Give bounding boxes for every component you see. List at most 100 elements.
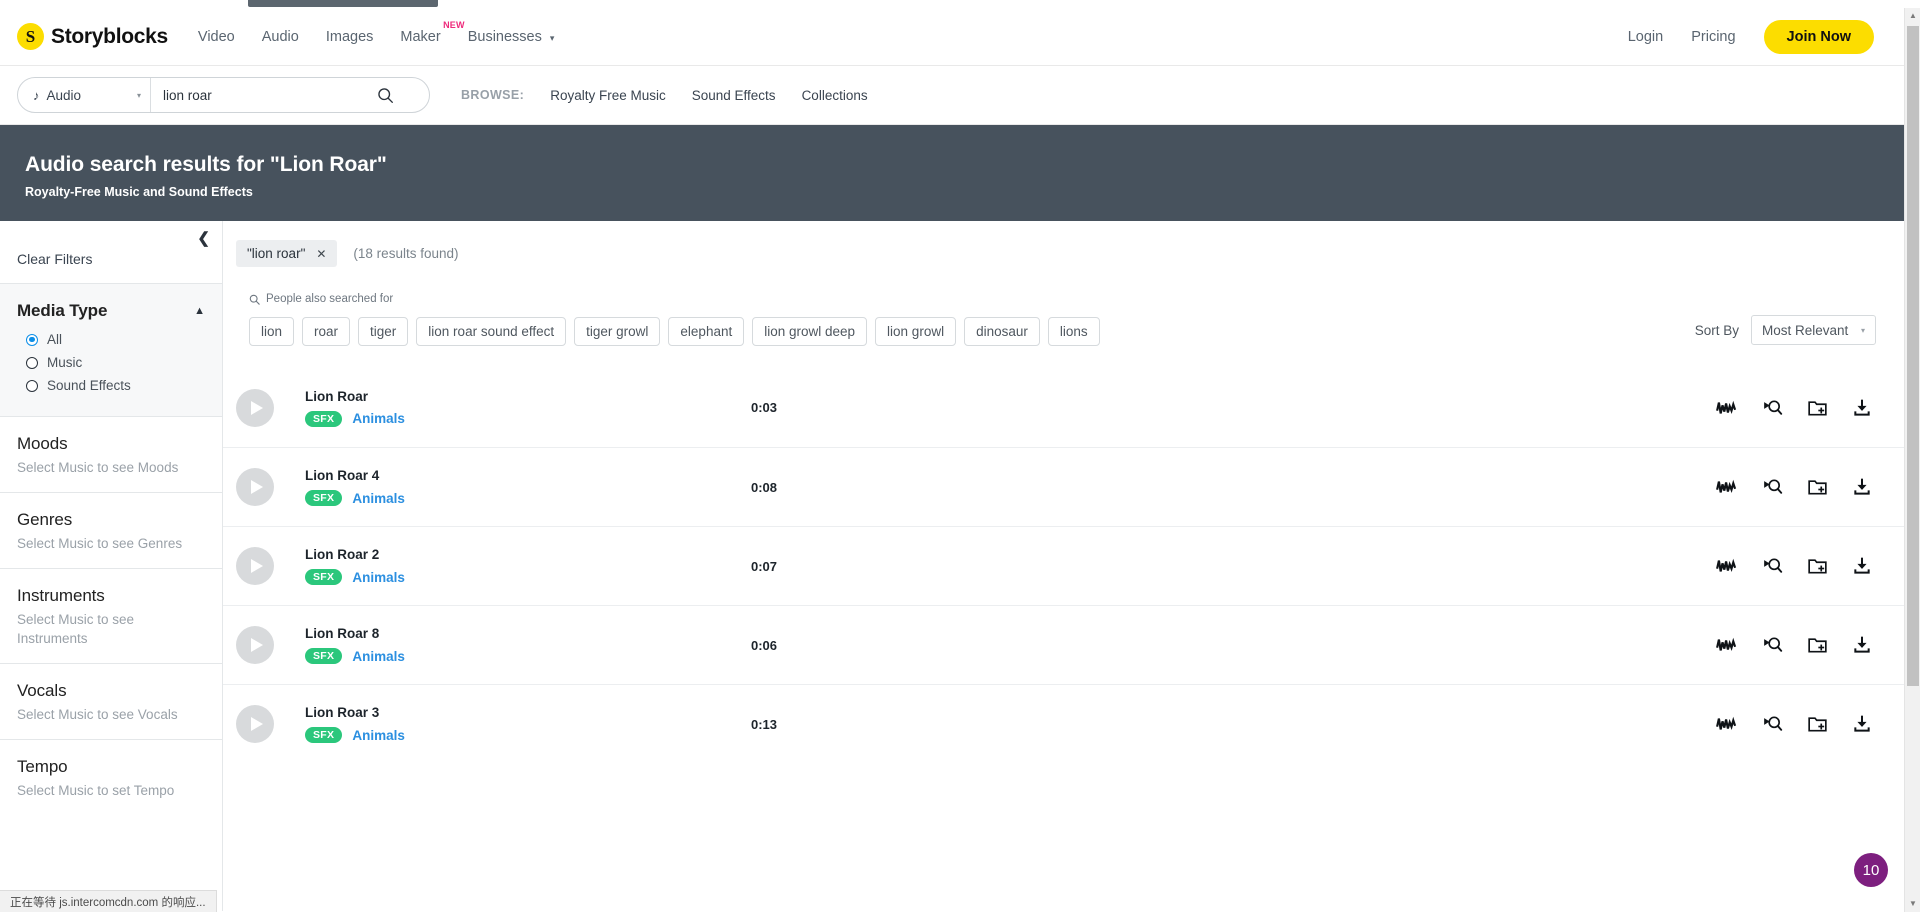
close-icon[interactable]: ✕ bbox=[316, 248, 326, 260]
page-scrollbar[interactable]: ▲ ▼ bbox=[1904, 8, 1920, 912]
table-row[interactable]: Lion Roar 8 SFX Animals 0:06 bbox=[223, 605, 1904, 684]
result-tags: SFX Animals bbox=[305, 410, 725, 427]
add-to-collection-icon bbox=[1808, 400, 1827, 415]
browser-status-bar: 正在等待 js.intercomcdn.com 的响应... bbox=[0, 890, 217, 912]
intercom-unread-badge[interactable]: 10 bbox=[1854, 853, 1888, 887]
scrollbar-thumb[interactable] bbox=[1907, 26, 1919, 686]
filter-section-vocals-title: Vocals bbox=[17, 680, 67, 700]
category-link[interactable]: Animals bbox=[352, 570, 405, 585]
login-link[interactable]: Login bbox=[1628, 29, 1663, 45]
play-button[interactable] bbox=[236, 388, 274, 427]
category-link[interactable]: Animals bbox=[352, 411, 405, 426]
media-type-select[interactable]: ♪ Audio ▾ bbox=[18, 78, 151, 112]
status-badge: SFX bbox=[305, 727, 343, 743]
suggestion-chip-elephant[interactable]: elephant bbox=[668, 317, 745, 346]
find-similar-button[interactable] bbox=[1762, 556, 1783, 576]
nav-item-images[interactable]: Images bbox=[326, 29, 374, 45]
suggestion-chip-tiger[interactable]: tiger bbox=[358, 317, 409, 346]
waveform-button[interactable] bbox=[1716, 478, 1738, 496]
download-button[interactable] bbox=[1852, 714, 1872, 734]
suggestion-chip-lions[interactable]: lions bbox=[1047, 317, 1100, 346]
play-button[interactable] bbox=[236, 705, 274, 743]
add-to-collection-button[interactable] bbox=[1807, 477, 1828, 497]
find-similar-button[interactable] bbox=[1762, 477, 1783, 497]
suggestion-chip-dinosaur[interactable]: dinosaur bbox=[964, 317, 1040, 346]
download-button[interactable] bbox=[1852, 398, 1872, 418]
suggestion-chip-lion-roar-sound-effect[interactable]: lion roar sound effect bbox=[416, 317, 567, 346]
radio-media-type-music-label: Music bbox=[47, 355, 83, 370]
search-submit-button[interactable] bbox=[366, 78, 404, 112]
search-input[interactable] bbox=[151, 87, 366, 103]
radio-media-type-sound-effects-label: Sound Effects bbox=[47, 378, 131, 393]
play-button[interactable] bbox=[236, 626, 274, 664]
waveform-button[interactable] bbox=[1716, 399, 1738, 417]
suggestion-chip-lion[interactable]: lion bbox=[249, 317, 295, 346]
result-duration: 0:07 bbox=[751, 558, 778, 574]
sort-by-select[interactable]: Most Relevant ▾ bbox=[1751, 315, 1876, 345]
nav-item-audio-label: Audio bbox=[261, 28, 299, 45]
collapse-sidebar-button[interactable]: ❮ bbox=[197, 231, 210, 246]
waveform-button[interactable] bbox=[1716, 557, 1738, 575]
header-right: Login Pricing Join Now bbox=[1628, 19, 1874, 54]
suggestion-chip-lion-growl[interactable]: lion growl bbox=[875, 317, 957, 346]
waveform-button[interactable] bbox=[1716, 715, 1738, 733]
suggestion-chip-tiger-growl[interactable]: tiger growl bbox=[574, 317, 661, 346]
download-icon bbox=[1854, 636, 1870, 653]
suggestion-chip-roar[interactable]: roar bbox=[302, 317, 351, 346]
scroll-up-arrow-icon[interactable]: ▲ bbox=[1905, 8, 1920, 24]
play-icon bbox=[250, 559, 263, 573]
filter-section-media-type-header[interactable]: Media Type ▲ bbox=[17, 301, 205, 321]
pricing-link[interactable]: Pricing bbox=[1691, 29, 1735, 45]
applied-filter-chip[interactable]: "lion roar" ✕ bbox=[236, 240, 338, 267]
browse-link-sound-effects[interactable]: Sound Effects bbox=[692, 88, 776, 103]
browse-link-collections[interactable]: Collections bbox=[802, 88, 868, 103]
nav-item-businesses[interactable]: Businesses ▾ bbox=[468, 29, 555, 45]
radio-media-type-sound-effects[interactable]: Sound Effects bbox=[17, 378, 205, 393]
join-now-button[interactable]: Join Now bbox=[1763, 19, 1874, 54]
table-row[interactable]: Lion Roar 3 SFX Animals 0:13 bbox=[223, 684, 1904, 763]
find-similar-button[interactable] bbox=[1762, 635, 1783, 655]
filter-section-tempo[interactable]: Tempo Select Music to set Tempo bbox=[0, 739, 222, 815]
download-button[interactable] bbox=[1852, 477, 1872, 497]
find-similar-button[interactable] bbox=[1762, 398, 1783, 418]
add-to-collection-button[interactable] bbox=[1807, 398, 1828, 418]
category-link[interactable]: Animals bbox=[352, 491, 405, 506]
storyblocks-logo-icon: S bbox=[17, 23, 44, 50]
sort-by-label: Sort By bbox=[1694, 322, 1739, 338]
scroll-down-arrow-icon[interactable]: ▼ bbox=[1905, 896, 1920, 912]
browse-link-royalty-free-music[interactable]: Royalty Free Music bbox=[550, 88, 666, 103]
nav-item-video[interactable]: Video bbox=[198, 29, 235, 45]
browser-active-tab[interactable] bbox=[248, 0, 438, 7]
download-button[interactable] bbox=[1852, 635, 1872, 655]
add-to-collection-button[interactable] bbox=[1807, 635, 1828, 655]
category-link[interactable]: Animals bbox=[352, 649, 405, 664]
media-type-radio-group: All Music Sound Effects bbox=[17, 332, 205, 393]
table-row[interactable]: Lion Roar SFX Animals 0:03 bbox=[223, 368, 1904, 447]
nav-item-maker[interactable]: Maker NEW bbox=[400, 20, 464, 45]
table-row[interactable]: Lion Roar 4 SFX Animals 0:08 bbox=[223, 447, 1904, 526]
category-link[interactable]: Animals bbox=[352, 728, 405, 743]
find-similar-icon bbox=[1764, 637, 1783, 652]
filter-section-vocals[interactable]: Vocals Select Music to see Vocals bbox=[0, 662, 222, 739]
brand-logo[interactable]: S Storyblocks bbox=[17, 23, 168, 50]
add-to-collection-button[interactable] bbox=[1807, 556, 1828, 576]
add-to-collection-button[interactable] bbox=[1807, 714, 1828, 734]
download-button[interactable] bbox=[1852, 556, 1872, 576]
radio-media-type-all[interactable]: All bbox=[17, 332, 205, 347]
clear-filters-button[interactable]: Clear Filters bbox=[0, 221, 222, 283]
play-button[interactable] bbox=[236, 468, 274, 506]
find-similar-button[interactable] bbox=[1762, 714, 1783, 734]
table-row[interactable]: Lion Roar 2 SFX Animals 0:07 bbox=[223, 526, 1904, 605]
filter-section-moods[interactable]: Moods Select Music to see Moods bbox=[0, 416, 222, 492]
people-also-searched-label-row: People also searched for bbox=[249, 293, 1904, 305]
suggestion-chip-lion-growl-deep[interactable]: lion growl deep bbox=[752, 317, 868, 346]
nav-item-audio[interactable]: Audio bbox=[262, 29, 299, 45]
waveform-icon bbox=[1716, 716, 1737, 731]
results-header: "lion roar" ✕ (18 results found) People … bbox=[223, 221, 1904, 346]
filter-section-instruments[interactable]: Instruments Select Music to see Instrume… bbox=[0, 568, 222, 662]
find-similar-icon bbox=[1764, 479, 1783, 494]
radio-media-type-music[interactable]: Music bbox=[17, 355, 205, 370]
filter-section-genres[interactable]: Genres Select Music to see Genres bbox=[0, 492, 222, 568]
waveform-button[interactable] bbox=[1716, 636, 1738, 654]
play-button[interactable] bbox=[236, 547, 274, 585]
